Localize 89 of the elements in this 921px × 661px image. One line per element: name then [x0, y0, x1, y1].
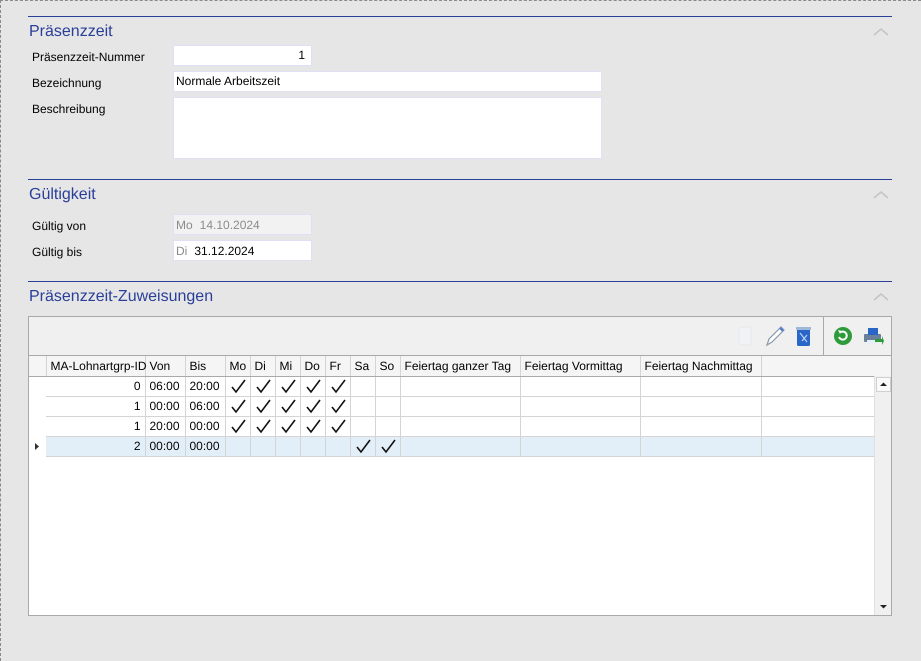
check-icon [306, 418, 320, 434]
check-icon [280, 398, 296, 414]
check-icon [256, 418, 270, 434]
check-icon [230, 398, 246, 414]
check-icon [230, 418, 246, 434]
check-icon [356, 438, 370, 454]
table-cell: 06:00 [185, 396, 225, 416]
day-check-cell[interactable] [375, 436, 400, 456]
day-check-cell[interactable] [375, 396, 400, 416]
vertical-scrollbar[interactable] [874, 376, 891, 615]
table-cell: 20:00 [185, 376, 225, 396]
field-label: Bezeichnung [31, 75, 102, 92]
day-check-cell[interactable] [325, 396, 350, 416]
table-cell: 20:00 [145, 416, 185, 436]
check-icon [330, 378, 346, 394]
check-icon [330, 418, 346, 434]
day-check-cell[interactable] [375, 376, 400, 396]
column-header[interactable]: Feiertag Nachmittag [640, 356, 761, 376]
day-check-cell[interactable] [275, 396, 300, 416]
check-icon [256, 398, 270, 414]
day-check-cell[interactable] [225, 416, 250, 436]
day-check-cell[interactable] [250, 416, 275, 436]
column-header[interactable]: Mi [275, 356, 300, 376]
weekday-label: Di [176, 242, 188, 260]
column-header[interactable]: Von [145, 356, 185, 376]
column-header[interactable]: Feiertag Vormittag [520, 356, 640, 376]
field-label: Präsenzzeit-Nummer [31, 49, 146, 66]
table-cell: 06:00 [145, 376, 185, 396]
day-check-cell[interactable] [300, 436, 325, 456]
column-header[interactable]: Sa [350, 356, 375, 376]
day-check-cell[interactable] [350, 396, 375, 416]
column-header[interactable]: So [375, 356, 400, 376]
section-title: Präsenzzeit-Zuweisungen [29, 287, 214, 307]
row-pointer-icon [35, 442, 39, 450]
date-field[interactable]: Di 31.12.2024 [173, 240, 312, 261]
field-label: Gültig von [31, 218, 88, 235]
table-cell: 1 [46, 396, 145, 416]
column-header[interactable]: Do [300, 356, 325, 376]
day-check-cell[interactable] [325, 376, 350, 396]
field-label: Beschreibung [31, 101, 106, 118]
check-icon [256, 378, 270, 394]
check-icon [230, 378, 246, 394]
day-check-cell[interactable] [275, 436, 300, 456]
table-cell: 00:00 [185, 416, 225, 436]
column-header[interactable]: Fr [325, 356, 350, 376]
table-cell: 00:00 [185, 436, 225, 456]
day-check-cell[interactable] [275, 416, 300, 436]
column-header[interactable]: Bis [185, 356, 225, 376]
day-check-cell[interactable] [350, 436, 375, 456]
day-check-cell[interactable] [300, 416, 325, 436]
column-header[interactable]: MA-Lohnartgrp-ID [46, 356, 145, 376]
column-header[interactable]: Feiertag ganzer Tag [400, 356, 520, 376]
day-check-cell[interactable] [350, 376, 375, 396]
day-check-cell[interactable] [375, 416, 400, 436]
number-field[interactable]: 1 [173, 45, 312, 66]
check-icon [306, 398, 320, 414]
column-header[interactable]: Mo [225, 356, 250, 376]
day-check-cell[interactable] [225, 396, 250, 416]
check-icon [380, 438, 396, 454]
date-value: 31.12.2024 [194, 242, 254, 260]
day-check-cell[interactable] [250, 376, 275, 396]
check-icon [330, 398, 346, 414]
column-header[interactable]: Di [250, 356, 275, 376]
scroll-up-icon[interactable] [876, 377, 891, 392]
date-value: 14.10.2024 [200, 216, 260, 234]
section-title: Gültigkeit [29, 185, 96, 205]
table-cell: 00:00 [145, 436, 185, 456]
day-check-cell[interactable] [325, 416, 350, 436]
day-check-cell[interactable] [325, 436, 350, 456]
day-check-cell[interactable] [350, 416, 375, 436]
day-check-cell[interactable] [275, 376, 300, 396]
check-icon [280, 378, 296, 394]
day-check-cell[interactable] [250, 436, 275, 456]
weekday-label: Mo [176, 216, 193, 234]
table-cell: 0 [46, 376, 145, 396]
section-title: Präsenzzeit [29, 22, 113, 42]
description-field[interactable] [173, 97, 602, 159]
day-check-cell[interactable] [250, 396, 275, 416]
check-icon [280, 418, 296, 434]
table-cell: 2 [46, 436, 145, 456]
day-check-cell[interactable] [300, 396, 325, 416]
table-cell: 00:00 [145, 396, 185, 416]
table-cell: 1 [46, 416, 145, 436]
day-check-cell[interactable] [225, 376, 250, 396]
check-icon [306, 378, 320, 394]
day-check-cell[interactable] [225, 436, 250, 456]
text-field[interactable]: Normale Arbeitszeit [173, 71, 602, 92]
field-label: Gültig bis [31, 244, 84, 261]
day-check-cell[interactable] [300, 376, 325, 396]
